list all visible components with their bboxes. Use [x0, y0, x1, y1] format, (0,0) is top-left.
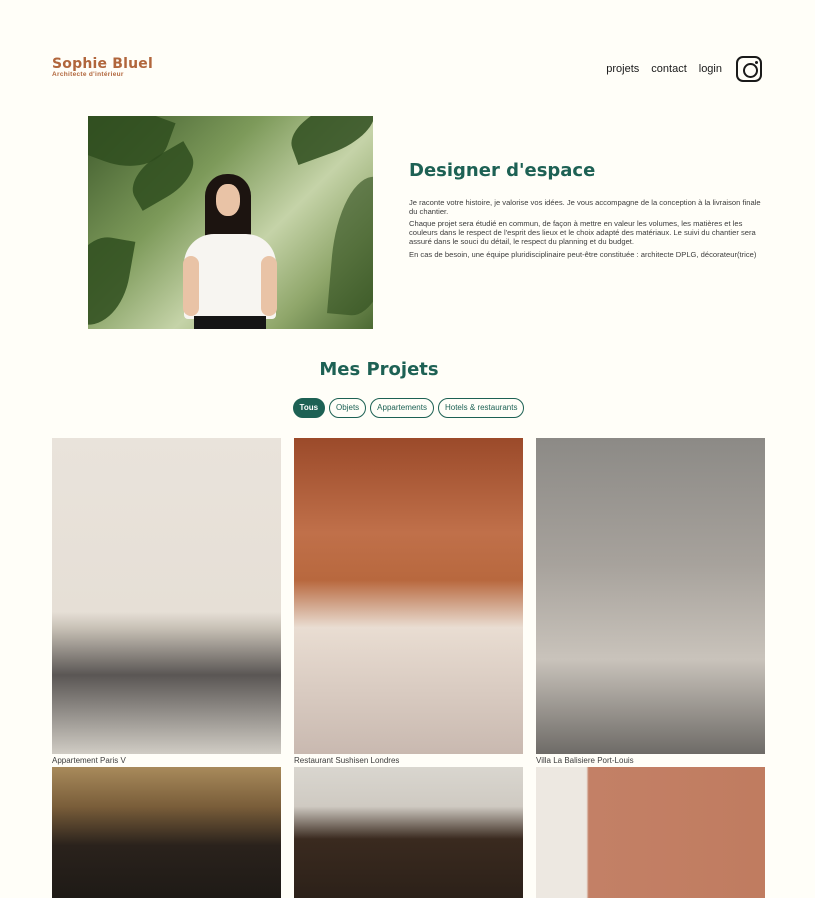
project-caption: Restaurant Sushisen Londres: [294, 756, 400, 765]
about-title: Designer d'espace: [409, 160, 596, 181]
about-paragraph: Chaque projet sera étudié en commun, de …: [409, 219, 756, 246]
project-caption: Villa La Balisiere Port-Louis: [536, 756, 634, 765]
project-card[interactable]: Villa La Balisiere Port-Louis: [536, 438, 765, 766]
project-caption: Appartement Paris V: [52, 756, 126, 765]
about-paragraph: En cas de besoin, une équipe pluridiscip…: [409, 249, 757, 259]
project-image[interactable]: [52, 438, 281, 754]
project-image[interactable]: [52, 767, 281, 898]
filter-hotels-restaurants[interactable]: Hotels & restaurants: [437, 398, 525, 418]
project-image[interactable]: [536, 438, 765, 754]
project-image[interactable]: [294, 438, 523, 754]
project-card[interactable]: Appartement Paris V: [52, 438, 281, 766]
filter-bar: Tous Objets Appartements Hotels & restau…: [0, 398, 815, 418]
about-text: Je raconte votre histoire, je valorise v…: [409, 198, 765, 263]
site-header: Sophie Bluel Architecte d'intérieur proj…: [52, 56, 762, 86]
instagram-icon[interactable]: [736, 56, 762, 82]
project-card[interactable]: [294, 767, 523, 898]
project-card[interactable]: [536, 767, 765, 898]
filter-appartements[interactable]: Appartements: [370, 398, 434, 418]
projects-title: Mes Projets: [319, 359, 439, 380]
main-nav: projets contact login: [594, 56, 762, 82]
portrait-photo: [88, 116, 373, 329]
filter-tous[interactable]: Tous: [292, 398, 326, 418]
brand-subtitle: Architecte d'intérieur: [52, 71, 124, 78]
nav-login[interactable]: login: [699, 63, 722, 75]
filter-objets[interactable]: Objets: [329, 398, 367, 418]
project-card[interactable]: Restaurant Sushisen Londres: [294, 438, 523, 766]
project-image[interactable]: [536, 767, 765, 898]
about-paragraph: Je raconte votre histoire, je valorise v…: [409, 198, 761, 216]
project-image[interactable]: [294, 767, 523, 898]
brand-name[interactable]: Sophie Bluel: [52, 56, 153, 72]
nav-contact[interactable]: contact: [651, 63, 686, 75]
project-card[interactable]: [52, 767, 281, 898]
nav-projets[interactable]: projets: [606, 63, 639, 75]
